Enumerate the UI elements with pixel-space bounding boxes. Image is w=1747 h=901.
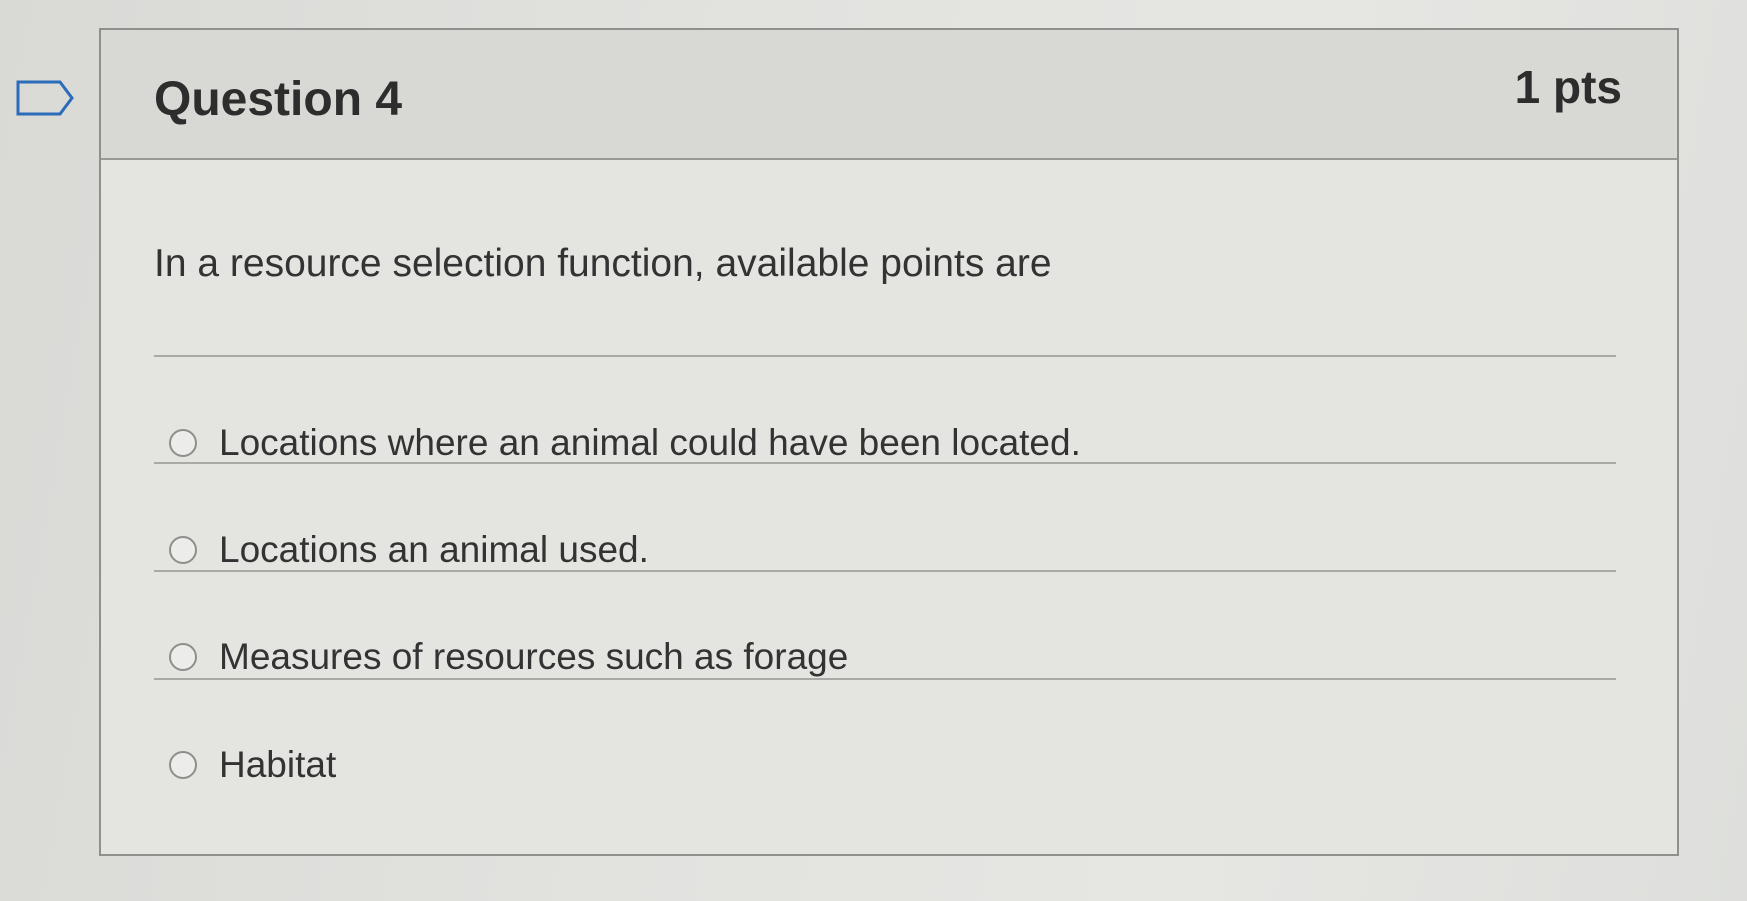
quiz-page: Question 4 1 pts In a resource selection… — [0, 0, 1747, 901]
question-text: In a resource selection function, availa… — [154, 242, 1052, 285]
answer-option-2[interactable]: Locations an animal used. — [169, 525, 649, 575]
question-header: Question 4 1 pts — [101, 30, 1677, 160]
divider — [154, 462, 1616, 464]
radio-button[interactable] — [169, 751, 197, 779]
answer-option-4[interactable]: Habitat — [169, 740, 336, 790]
answer-label: Locations an animal used. — [219, 529, 649, 570]
answer-label: Measures of resources such as forage — [219, 636, 849, 677]
radio-button[interactable] — [169, 429, 197, 457]
answer-label: Locations where an animal could have bee… — [219, 422, 1081, 463]
answer-option-3[interactable]: Measures of resources such as forage — [169, 632, 848, 682]
flag-question-icon[interactable] — [16, 78, 76, 118]
divider — [154, 678, 1616, 680]
answer-label: Habitat — [219, 744, 337, 785]
radio-button[interactable] — [169, 643, 197, 671]
question-title: Question 4 — [154, 73, 403, 126]
radio-button[interactable] — [169, 536, 197, 564]
question-points: 1 pts — [1514, 61, 1622, 113]
question-card: Question 4 1 pts In a resource selection… — [99, 28, 1679, 856]
answer-option-1[interactable]: Locations where an animal could have bee… — [169, 418, 1081, 468]
divider — [154, 570, 1616, 572]
divider — [154, 355, 1616, 357]
